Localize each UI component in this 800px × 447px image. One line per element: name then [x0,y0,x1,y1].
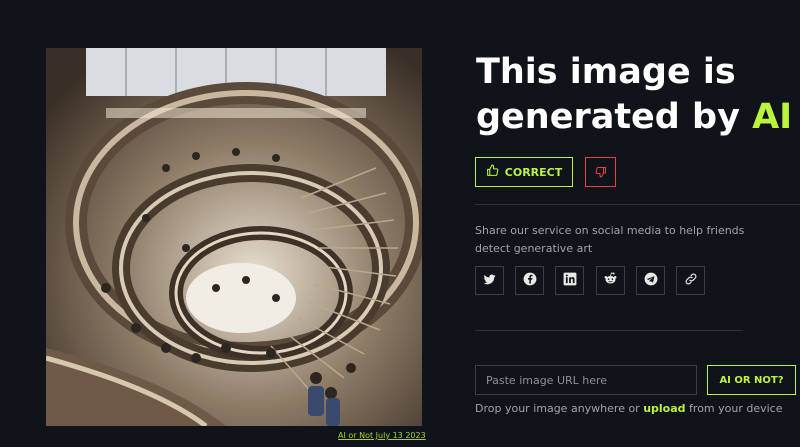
twitter-share-button[interactable] [475,266,504,295]
divider [475,204,800,205]
share-description: Share our service on social media to hel… [475,224,745,255]
copy-link-button[interactable] [676,266,705,295]
headline-prefix: This image is generated by [476,52,753,137]
thumbs-up-icon [486,164,499,180]
drop-instructions: Drop your image anywhere or upload from … [475,402,783,415]
result-headline: This image is generated by AI [476,50,800,140]
correct-label: CORRECT [504,165,563,179]
twitter-icon [483,271,496,290]
analyzed-image [46,48,422,426]
correct-button[interactable]: CORRECT [475,157,573,187]
drop-suffix: from your device [685,402,783,415]
image-url-input[interactable] [475,365,697,395]
headline-accent: AI [752,97,793,137]
facebook-share-button[interactable] [515,266,544,295]
drop-prefix: Drop your image anywhere or [475,402,644,415]
telegram-icon [644,271,658,290]
upload-link[interactable]: upload [643,402,685,415]
link-icon [684,271,698,290]
facebook-icon [523,271,537,290]
incorrect-button[interactable] [585,157,616,187]
reddit-share-button[interactable] [596,266,625,295]
thumbs-down-icon [595,163,607,182]
image-caption-link[interactable]: AI or Not July 13 2023 [338,431,426,440]
ai-or-not-button[interactable]: AI OR NOT? [707,365,796,395]
reddit-icon [603,271,618,290]
linkedin-icon [563,271,577,290]
linkedin-share-button[interactable] [555,266,584,295]
divider [475,330,743,331]
telegram-share-button[interactable] [636,266,665,295]
